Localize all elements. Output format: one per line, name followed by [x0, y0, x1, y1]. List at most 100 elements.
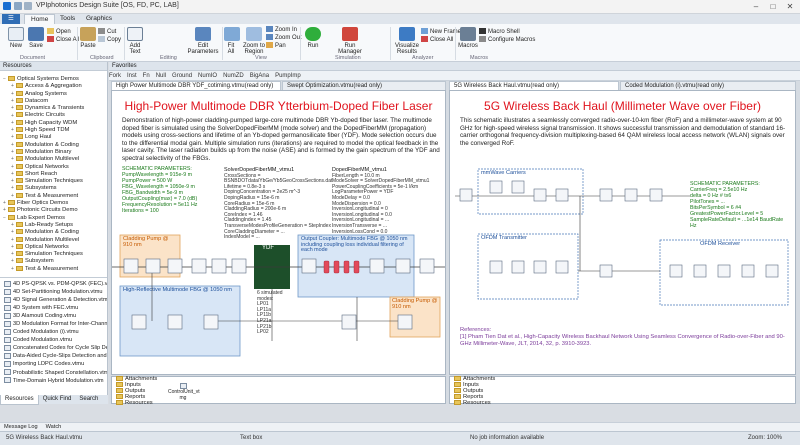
schematic-pane-left[interactable]: High-Power Multimode DBR Ytterbium-Doped…	[111, 90, 446, 375]
tree-item[interactable]: + Long Haul	[0, 134, 107, 141]
doc-tab-swept[interactable]: Swept Optimization.vtmu(read only)	[282, 81, 446, 90]
component-block[interactable]	[397, 314, 413, 330]
tree-item[interactable]: + High Capacity WDM	[0, 119, 107, 127]
tab-quick-find[interactable]: Quick Find	[39, 395, 76, 404]
component-block[interactable]	[555, 260, 569, 274]
minimize-icon[interactable]: –	[748, 1, 764, 12]
run-button[interactable]: Run	[305, 27, 321, 49]
run-manager-button[interactable]: Run Manager	[338, 27, 362, 55]
tree-item[interactable]: + Electric Circuits	[0, 112, 107, 119]
file-list-item[interactable]: Probabilistic Shaped Constellation.vtm	[0, 369, 107, 377]
visualize-results-button[interactable]: Visualize Results	[394, 27, 420, 55]
component-block[interactable]	[511, 260, 525, 274]
file-list-item[interactable]: 4D PS-QPSK vs. PDM-QPSK (FEC).vtmu	[0, 280, 107, 288]
quick-undo-icon[interactable]	[24, 2, 32, 10]
component-block[interactable]	[191, 258, 207, 274]
save-button[interactable]: Save	[27, 27, 45, 49]
file-list-item[interactable]: 4D Signal Generation & Detection.vtmu	[0, 296, 107, 304]
tree-item[interactable]: + Modulation Multilevel	[0, 236, 107, 244]
file-list-item[interactable]: Coded Modulation.vtmu	[0, 336, 107, 344]
file-list-item[interactable]: 3D Alamouti Coding.vtmu	[0, 312, 107, 320]
component-block[interactable]	[555, 188, 569, 202]
tab-home[interactable]: Home	[24, 14, 56, 24]
component-block[interactable]	[369, 258, 385, 274]
tree-item[interactable]: + Lab-Ready Setups	[0, 221, 107, 229]
component-block[interactable]	[533, 188, 547, 202]
component-block[interactable]	[599, 188, 613, 202]
paste-button[interactable]: Paste	[79, 27, 97, 49]
component-block[interactable]	[131, 314, 147, 330]
tree-item[interactable]: + Analog Systems	[0, 90, 107, 98]
copy-button[interactable]: Copy	[98, 36, 121, 44]
attachment-folder[interactable]: Resources	[116, 400, 157, 406]
tab-resources[interactable]: Resources	[0, 395, 39, 405]
maximize-icon[interactable]: □	[765, 1, 781, 12]
component-block[interactable]	[669, 264, 683, 278]
component-block[interactable]	[741, 264, 755, 278]
configure-macros-button[interactable]: Configure Macros	[479, 36, 535, 44]
tree-item[interactable]: − Lab Expert Demos	[0, 214, 107, 222]
edit-parameters-button[interactable]: Edit Parameters	[186, 27, 220, 55]
component-block[interactable]	[167, 314, 183, 330]
component-block[interactable]	[717, 264, 731, 278]
tree-item[interactable]: + Dynamics & Transients	[0, 105, 107, 112]
component-block[interactable]	[533, 260, 547, 274]
component-block[interactable]	[419, 258, 435, 274]
component-block[interactable]	[167, 258, 183, 274]
file-list-item[interactable]: Concatenated Codes for Cycle Slip Det	[0, 344, 107, 352]
tree-item[interactable]: + Subsystem	[0, 258, 107, 265]
doc-tab-coded-mod[interactable]: Coded Modulation (i).vtmu(read only)	[620, 81, 796, 90]
component-block[interactable]	[301, 258, 317, 274]
tree-item[interactable]: + Test & Measurement	[0, 192, 107, 200]
tree-item[interactable]: − Optical Systems Demos	[0, 76, 107, 83]
toolbar-item-inst[interactable]: Inst	[127, 73, 137, 79]
tree-item[interactable]: + Simulation Techniques	[0, 178, 107, 185]
component-block[interactable]	[765, 264, 779, 278]
new-button[interactable]: New	[6, 27, 26, 49]
component-block[interactable]	[624, 188, 638, 202]
file-list-item[interactable]: Importing LDPC Codes.vtmu	[0, 360, 107, 368]
component-block[interactable]	[599, 264, 613, 278]
toolbar-item-pumpimp[interactable]: PumpImp	[275, 73, 301, 79]
doc-tab-5g[interactable]: 5G Wireless Back Haul.vtmu(read only)	[449, 81, 619, 90]
attachment-file[interactable]: ControlUnit_vt mg	[168, 383, 200, 401]
component-block[interactable]	[341, 314, 357, 330]
tree-item[interactable]: + Subsystems	[0, 185, 107, 192]
tree-item[interactable]: + Optical Networks	[0, 163, 107, 171]
toolbar-item-fn[interactable]: Fn	[143, 73, 150, 79]
file-list-item[interactable]: 4D Set-Partitioning Modulation.vtmu	[0, 288, 107, 296]
open-button[interactable]: Open	[47, 28, 79, 36]
zoom-out-button[interactable]: Zoom Out	[266, 34, 302, 42]
zoom-in-button[interactable]: Zoom In	[266, 26, 302, 34]
file-list-item[interactable]: 3D Modulation Format for Inter-Chann	[0, 320, 107, 328]
tree-item[interactable]: + Test & Measurement	[0, 265, 107, 273]
tree-item[interactable]: + Simulation Techniques	[0, 251, 107, 258]
fit-all-button[interactable]: Fit All	[224, 27, 240, 55]
component-block[interactable]	[511, 180, 525, 194]
tree-item[interactable]: + Modulation & Coding	[0, 229, 107, 236]
tree-item[interactable]: + High Speed TDM	[0, 127, 107, 134]
component-block[interactable]	[123, 258, 139, 274]
component-block[interactable]	[211, 258, 227, 274]
component-block[interactable]	[145, 258, 161, 274]
component-block[interactable]	[489, 180, 503, 194]
file-list-item[interactable]: 4D System with FEC.vtmu	[0, 304, 107, 312]
file-list-item[interactable]: Time-Domain Hybrid Modulation.vtm	[0, 377, 107, 385]
tree-item[interactable]: + Fiber Optics Demos	[0, 200, 107, 207]
tree-item[interactable]: + Datacom	[0, 97, 107, 105]
attachment-folder[interactable]: Resources	[454, 400, 495, 406]
toolbar-item-null[interactable]: Null	[156, 73, 166, 79]
tree-item[interactable]: + Photonic Circuits Demo	[0, 207, 107, 214]
tree-item[interactable]: + Short Reach	[0, 170, 107, 178]
toolbar-item-fork[interactable]: Fork	[109, 73, 121, 79]
toolbar-item-numio[interactable]: NumIO	[198, 73, 217, 79]
tree-item[interactable]: + Modulation & Coding	[0, 141, 107, 149]
component-blocks[interactable]	[459, 180, 779, 278]
tree-item[interactable]: + Modulation Multilevel	[0, 156, 107, 163]
add-text-button[interactable]: Add Text	[126, 27, 144, 55]
component-block[interactable]	[395, 258, 411, 274]
tab-tools[interactable]: Tools	[54, 14, 81, 24]
component-block[interactable]	[693, 264, 707, 278]
toolbar-item-ground[interactable]: Ground	[172, 73, 192, 79]
toolbar-item-numzd[interactable]: NumZD	[223, 73, 244, 79]
